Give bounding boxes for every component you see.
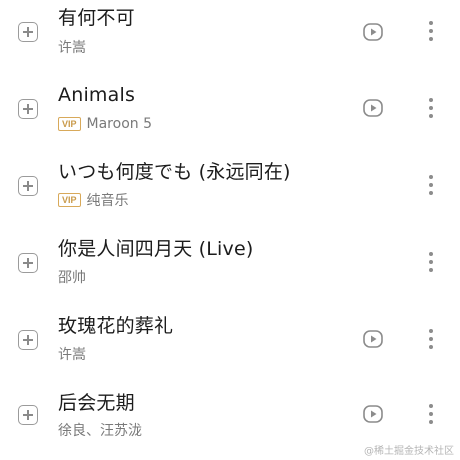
- play-video-icon[interactable]: [363, 99, 383, 117]
- song-row[interactable]: 你是人间四月天 (Live) 邵帅: [0, 231, 460, 305]
- song-title: 你是人间四月天 (Live): [58, 238, 254, 260]
- song-artist: 许嵩: [58, 40, 86, 56]
- add-to-playlist-icon[interactable]: [18, 405, 38, 425]
- song-title: Animals: [58, 84, 136, 106]
- song-artist: 邵帅: [58, 270, 86, 286]
- song-subtitle: 邵帅: [58, 267, 86, 287]
- song-row[interactable]: 玫瑰花的葬礼 许嵩: [0, 308, 460, 382]
- add-to-playlist-icon[interactable]: [18, 22, 38, 42]
- add-to-playlist-icon[interactable]: [18, 253, 38, 273]
- song-subtitle: 徐良、汪苏泷: [58, 420, 142, 440]
- more-options-icon[interactable]: [425, 175, 437, 197]
- song-artist: 许嵩: [58, 347, 86, 363]
- play-video-icon[interactable]: [363, 405, 383, 423]
- song-title: 玫瑰花的葬礼: [58, 315, 174, 337]
- song-title: 有何不可: [58, 7, 135, 29]
- song-subtitle: VIP 纯音乐: [58, 190, 129, 210]
- song-row[interactable]: Animals VIP Maroon 5: [0, 77, 460, 151]
- song-row[interactable]: いつも何度でも (永远同在) VIP 纯音乐: [0, 154, 460, 228]
- song-subtitle: 许嵩: [58, 37, 86, 57]
- more-options-icon[interactable]: [425, 21, 437, 43]
- add-to-playlist-icon[interactable]: [18, 99, 38, 119]
- song-title: 后会无期: [58, 392, 135, 414]
- add-to-playlist-icon[interactable]: [18, 330, 38, 350]
- song-title: いつも何度でも (永远同在): [58, 161, 291, 183]
- song-subtitle: 许嵩: [58, 344, 86, 364]
- song-artist: 纯音乐: [86, 193, 129, 209]
- song-list: 有何不可 许嵩 Animals VIP Maroon 5 いつも何度でも (永远…: [0, 0, 460, 460]
- play-video-icon[interactable]: [363, 330, 383, 348]
- song-artist: 徐良、汪苏泷: [58, 423, 142, 439]
- song-artist: Maroon 5: [86, 116, 152, 132]
- song-subtitle: VIP Maroon 5: [58, 114, 152, 134]
- vip-badge: VIP: [58, 193, 81, 207]
- add-to-playlist-icon[interactable]: [18, 176, 38, 196]
- more-options-icon[interactable]: [425, 404, 437, 426]
- song-row[interactable]: 有何不可 许嵩: [0, 0, 460, 74]
- watermark: @稀土掘金技术社区: [364, 446, 454, 457]
- vip-badge: VIP: [58, 117, 81, 131]
- play-video-icon[interactable]: [363, 23, 383, 41]
- more-options-icon[interactable]: [425, 329, 437, 351]
- more-options-icon[interactable]: [425, 98, 437, 120]
- more-options-icon[interactable]: [425, 252, 437, 274]
